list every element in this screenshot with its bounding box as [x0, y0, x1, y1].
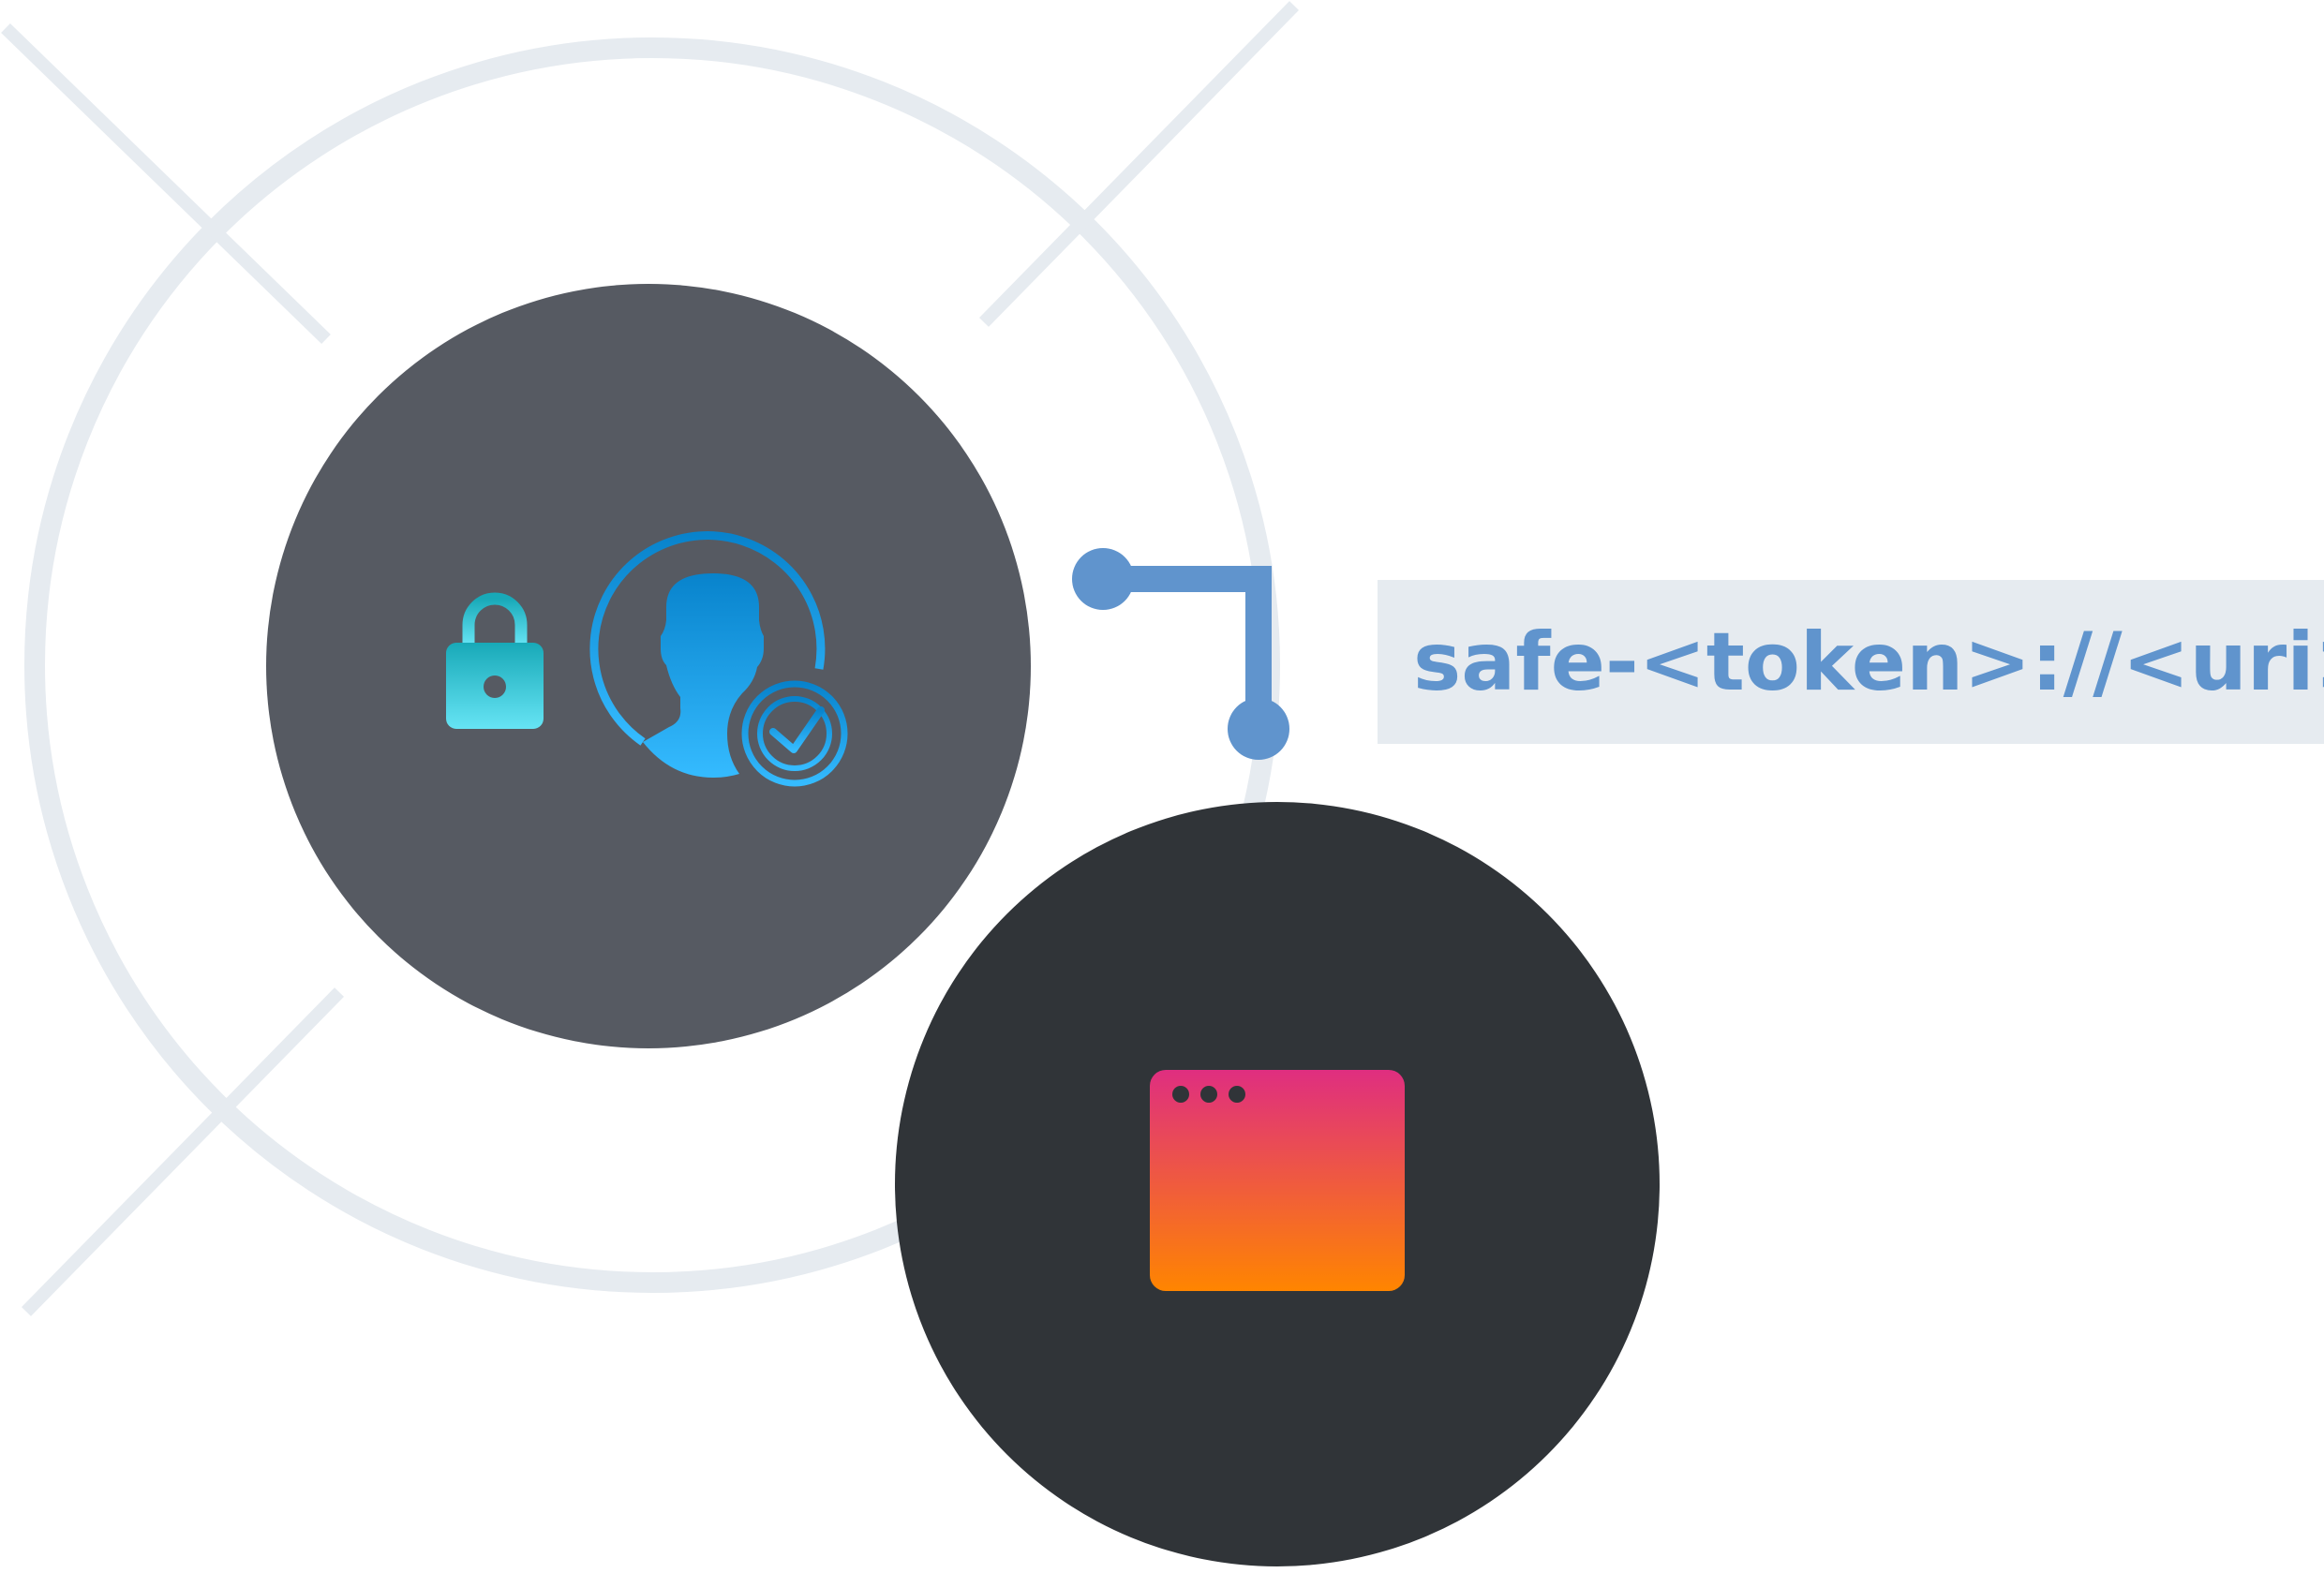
auth-circle	[266, 284, 1031, 1048]
window-dot-2	[1200, 1086, 1217, 1103]
app-window-icon	[1150, 1070, 1405, 1291]
window-dot-3	[1229, 1086, 1245, 1103]
uri-scheme-box: safe-<token>://<uri>	[1378, 580, 2324, 744]
decor-line-bottom-left	[21, 987, 345, 1316]
window-dot-1	[1172, 1086, 1189, 1103]
diagram-svg	[1, 1, 1660, 1566]
app-node	[895, 802, 1660, 1566]
auth-node	[266, 284, 1031, 1048]
uri-scheme-label: safe-<token>://<uri>	[1413, 615, 2324, 709]
connector-start-dot	[1072, 548, 1134, 610]
connector-end-dot	[1228, 698, 1289, 760]
diagram-canvas: safe-<token>://<uri>	[0, 0, 2324, 1583]
connector-line	[1103, 566, 1272, 727]
connector	[1072, 548, 1289, 760]
